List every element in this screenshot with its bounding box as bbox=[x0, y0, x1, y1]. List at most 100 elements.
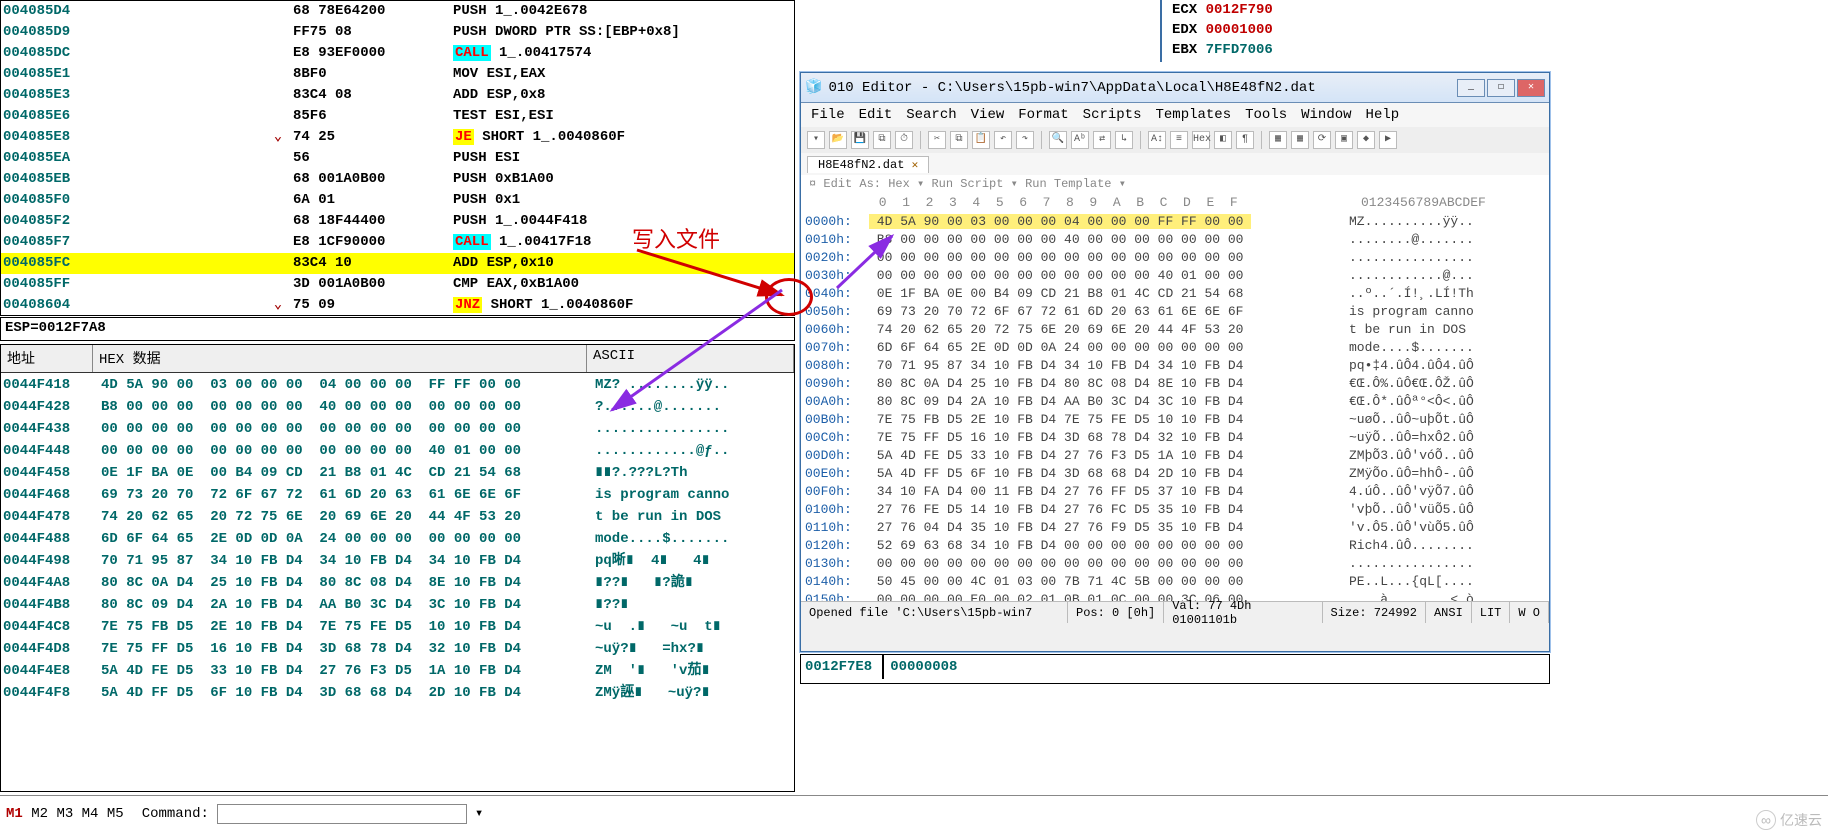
highlight-icon[interactable]: A↕ bbox=[1148, 131, 1166, 149]
asm-row[interactable]: 004085EA56PUSH ESI bbox=[1, 148, 794, 169]
hex-row[interactable]: 0020h: 00 00 00 00 00 00 00 00 00 00 00 … bbox=[801, 249, 1549, 267]
asm-row[interactable]: 004085FC83C4 10ADD ESP,0x10 bbox=[1, 253, 794, 274]
menu-item[interactable]: Tools bbox=[1245, 107, 1287, 123]
new-icon[interactable]: ▾ bbox=[807, 131, 825, 149]
hex-row[interactable]: 0000h: 4D 5A 90 00 03 00 00 00 04 00 00 … bbox=[801, 213, 1549, 231]
memory-tabs[interactable]: M1 M2 M3 M4 M5 bbox=[6, 806, 124, 822]
asm-row[interactable]: 004085EB68 001A0B00PUSH 0xB1A00 bbox=[1, 169, 794, 190]
dump-row[interactable]: 0044F4C87E 75 FB D5 2E 10 FB D4 7E 75 FE… bbox=[3, 616, 792, 638]
cut-icon[interactable]: ✂ bbox=[928, 131, 946, 149]
menu-item[interactable]: Scripts bbox=[1083, 107, 1142, 123]
menu-bar[interactable]: File Edit Search View Format Scripts Templates… bbox=[801, 103, 1549, 127]
hex-row[interactable]: 0010h: B8 00 00 00 00 00 00 00 40 00 00 … bbox=[801, 231, 1549, 249]
hex-body[interactable]: 0000h: 4D 5A 90 00 03 00 00 00 04 00 00 … bbox=[801, 213, 1549, 601]
dump-row[interactable]: 0044F4F85A 4D FF D5 6F 10 FB D4 3D 68 68… bbox=[3, 682, 792, 704]
saveall-icon[interactable]: ⧉ bbox=[873, 131, 891, 149]
hex-row[interactable]: 00A0h: 80 8C 09 D4 2A 10 FB D4 AA B0 3C … bbox=[801, 393, 1549, 411]
maximize-button[interactable]: ☐ bbox=[1487, 79, 1515, 97]
tool3-icon[interactable]: ▦ bbox=[1269, 131, 1287, 149]
document-tabs[interactable]: H8E48fN2.dat ✕ bbox=[801, 153, 1549, 175]
register-pane[interactable]: ECX 0012F790EDX 00001000EBX 7FFD7006 bbox=[1160, 0, 1828, 62]
asm-row[interactable]: 004085D9FF75 08PUSH DWORD PTR SS:[EBP+0x… bbox=[1, 22, 794, 43]
asm-row[interactable]: 004085E18BF0MOV ESI,EAX bbox=[1, 64, 794, 85]
dump-row[interactable]: 0044F428B8 00 00 00 00 00 00 00 40 00 00… bbox=[3, 396, 792, 418]
hex-row[interactable]: 0050h: 69 73 20 70 72 6F 67 72 61 6D 20 … bbox=[801, 303, 1549, 321]
hex-row[interactable]: 0060h: 74 20 62 65 20 72 75 6E 20 69 6E … bbox=[801, 321, 1549, 339]
menu-item[interactable]: Edit bbox=[859, 107, 893, 123]
hex-editor-window[interactable]: 🧊010 Editor - C:\Users\15pb-win7\AppData… bbox=[800, 72, 1550, 652]
save-icon[interactable]: 💾 bbox=[851, 131, 869, 149]
run-icon[interactable]: ▶ bbox=[1379, 131, 1397, 149]
hex-icon[interactable]: Hex bbox=[1192, 131, 1210, 149]
menu-item[interactable]: Window bbox=[1301, 107, 1351, 123]
hex-row[interactable]: 0110h: 27 76 04 D4 35 10 FB D4 27 76 F9 … bbox=[801, 519, 1549, 537]
dump-row[interactable]: 0044F4B880 8C 09 D4 2A 10 FB D4 AA B0 3C… bbox=[3, 594, 792, 616]
menu-item[interactable]: View bbox=[971, 107, 1005, 123]
find-icon[interactable]: 🔍 bbox=[1049, 131, 1067, 149]
tool1-icon[interactable]: ◧ bbox=[1214, 131, 1232, 149]
hex-row[interactable]: 0130h: 00 00 00 00 00 00 00 00 00 00 00 … bbox=[801, 555, 1549, 573]
dump-row[interactable]: 0044F4D87E 75 FF D5 16 10 FB D4 3D 68 78… bbox=[3, 638, 792, 660]
hex-row[interactable]: 0080h: 70 71 95 87 34 10 FB D4 34 10 FB … bbox=[801, 357, 1549, 375]
dump-row[interactable]: 0044F44800 00 00 00 00 00 00 00 00 00 00… bbox=[3, 440, 792, 462]
asm-row[interactable]: 004085DCE8 93EF0000CALL 1_.00417574 bbox=[1, 43, 794, 64]
paste-icon[interactable]: 📋 bbox=[972, 131, 990, 149]
hex-row[interactable]: 0090h: 80 8C 0A D4 25 10 FB D4 80 8C 08 … bbox=[801, 375, 1549, 393]
asm-row[interactable]: 004085D468 78E64200PUSH 1_.0042E678 bbox=[1, 1, 794, 22]
close-button[interactable]: ✕ bbox=[1517, 79, 1545, 97]
disassembly-pane[interactable]: 004085D468 78E64200PUSH 1_.0042E67800408… bbox=[0, 0, 795, 316]
calc-icon[interactable]: ≡ bbox=[1170, 131, 1188, 149]
tab-close-icon[interactable]: ✕ bbox=[912, 160, 919, 172]
dump-row[interactable]: 0044F4184D 5A 90 00 03 00 00 00 04 00 00… bbox=[3, 374, 792, 396]
command-input[interactable] bbox=[217, 804, 467, 824]
history-icon[interactable]: ⏱ bbox=[895, 131, 913, 149]
asm-row[interactable]: 004085E685F6TEST ESI,ESI bbox=[1, 106, 794, 127]
dump-row[interactable]: 0044F4A880 8C 0A D4 25 10 FB D4 80 8C 08… bbox=[3, 572, 792, 594]
tool6-icon[interactable]: ▣ bbox=[1335, 131, 1353, 149]
asm-row[interactable]: 004085E8⌄74 25JE SHORT 1_.0040860F bbox=[1, 127, 794, 148]
menu-item[interactable]: Templates bbox=[1155, 107, 1231, 123]
hex-row[interactable]: 00F0h: 34 10 FA D4 00 11 FB D4 27 76 FF … bbox=[801, 483, 1549, 501]
hex-row[interactable]: 00E0h: 5A 4D FF D5 6F 10 FB D4 3D 68 68 … bbox=[801, 465, 1549, 483]
asm-row[interactable]: 004085F06A 01PUSH 0x1 bbox=[1, 190, 794, 211]
hex-row[interactable]: 0040h: 0E 1F BA 0E 00 B4 09 CD 21 B8 01 … bbox=[801, 285, 1549, 303]
hex-row[interactable]: 00B0h: 7E 75 FB D5 2E 10 FB D4 7E 75 FE … bbox=[801, 411, 1549, 429]
hex-row[interactable]: 0100h: 27 76 FE D5 14 10 FB D4 27 76 FC … bbox=[801, 501, 1549, 519]
undo-icon[interactable]: ↶ bbox=[994, 131, 1012, 149]
hex-row[interactable]: 0140h: 50 45 00 00 4C 01 03 00 7B 71 4C … bbox=[801, 573, 1549, 591]
minimize-button[interactable]: _ bbox=[1457, 79, 1485, 97]
memory-dump-pane[interactable]: 地址 HEX 数据 ASCII 0044F4184D 5A 90 00 03 0… bbox=[0, 344, 795, 792]
dump-row[interactable]: 0044F43800 00 00 00 00 00 00 00 00 00 00… bbox=[3, 418, 792, 440]
goto-icon[interactable]: ↳ bbox=[1115, 131, 1133, 149]
toolbar[interactable]: ▾ 📂 💾 ⧉ ⏱ ✂ ⧉ 📋 ↶ ↷ 🔍 Aᵇ ⇄ ↳ A↕ ≡ Hex ◧ … bbox=[801, 127, 1549, 153]
tab-active[interactable]: H8E48fN2.dat ✕ bbox=[807, 156, 929, 173]
dump-row[interactable]: 0044F4580E 1F BA 0E 00 B4 09 CD 21 B8 01… bbox=[3, 462, 792, 484]
replace-icon[interactable]: ⇄ bbox=[1093, 131, 1111, 149]
tool4-icon[interactable]: ▦ bbox=[1291, 131, 1309, 149]
stack-pane[interactable]: 0012F7E8 00000008 bbox=[800, 654, 1550, 684]
asm-row[interactable]: 00408604⌄75 09JNZ SHORT 1_.0040860F bbox=[1, 295, 794, 316]
asm-row[interactable]: 004085FF3D 001A0B00CMP EAX,0xB1A00 bbox=[1, 274, 794, 295]
hex-row[interactable]: 0070h: 6D 6F 64 65 2E 0D 0D 0A 24 00 00 … bbox=[801, 339, 1549, 357]
command-box[interactable]: Command: ▾ bbox=[142, 804, 484, 824]
tool2-icon[interactable]: ¶ bbox=[1236, 131, 1254, 149]
dump-row[interactable]: 0044F49870 71 95 87 34 10 FB D4 34 10 FB… bbox=[3, 550, 792, 572]
open-icon[interactable]: 📂 bbox=[829, 131, 847, 149]
dump-row[interactable]: 0044F4E85A 4D FE D5 33 10 FB D4 27 76 F3… bbox=[3, 660, 792, 682]
redo-icon[interactable]: ↷ bbox=[1016, 131, 1034, 149]
tool5-icon[interactable]: ⟳ bbox=[1313, 131, 1331, 149]
dump-row[interactable]: 0044F46869 73 20 70 72 6F 67 72 61 6D 20… bbox=[3, 484, 792, 506]
edit-options-bar[interactable]: ¤ Edit As: Hex ▾ Run Script ▾ Run Templa… bbox=[801, 175, 1549, 195]
hex-row[interactable]: 0030h: 00 00 00 00 00 00 00 00 00 00 00 … bbox=[801, 267, 1549, 285]
menu-item[interactable]: Help bbox=[1366, 107, 1400, 123]
findab-icon[interactable]: Aᵇ bbox=[1071, 131, 1089, 149]
tool7-icon[interactable]: ◆ bbox=[1357, 131, 1375, 149]
menu-item[interactable]: File bbox=[811, 107, 845, 123]
hex-row[interactable]: 00C0h: 7E 75 FF D5 16 10 FB D4 3D 68 78 … bbox=[801, 429, 1549, 447]
asm-row[interactable]: 004085E383C4 08ADD ESP,0x8 bbox=[1, 85, 794, 106]
dump-row[interactable]: 0044F47874 20 62 65 20 72 75 6E 20 69 6E… bbox=[3, 506, 792, 528]
hex-row[interactable]: 00D0h: 5A 4D FE D5 33 10 FB D4 27 76 F3 … bbox=[801, 447, 1549, 465]
menu-item[interactable]: Format bbox=[1018, 107, 1068, 123]
menu-item[interactable]: Search bbox=[906, 107, 956, 123]
hex-row[interactable]: 0120h: 52 69 63 68 34 10 FB D4 00 00 00 … bbox=[801, 537, 1549, 555]
